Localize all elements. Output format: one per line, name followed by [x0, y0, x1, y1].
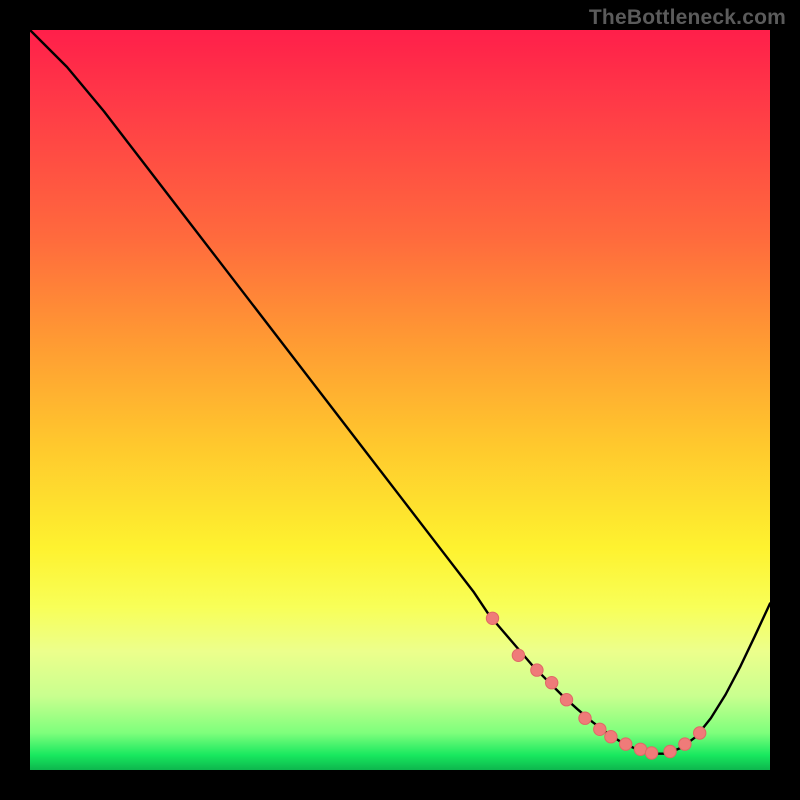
watermark-text: TheBottleneck.com — [589, 6, 786, 30]
highlight-dot — [579, 712, 591, 724]
curve-svg — [30, 30, 770, 770]
highlight-dot — [645, 747, 657, 759]
highlight-dots — [486, 612, 706, 759]
highlight-dot — [546, 677, 558, 689]
plot-area — [30, 30, 770, 770]
highlight-dot — [620, 738, 632, 750]
bottleneck-curve — [30, 30, 770, 754]
highlight-dot — [664, 745, 676, 757]
highlight-dot — [512, 649, 524, 661]
highlight-dot — [531, 664, 543, 676]
highlight-dot — [679, 738, 691, 750]
highlight-dot — [560, 694, 572, 706]
highlight-dot — [694, 727, 706, 739]
highlight-dot — [634, 743, 646, 755]
chart-frame: TheBottleneck.com — [0, 0, 800, 800]
highlight-dot — [594, 723, 606, 735]
highlight-dot — [486, 612, 498, 624]
highlight-dot — [605, 731, 617, 743]
